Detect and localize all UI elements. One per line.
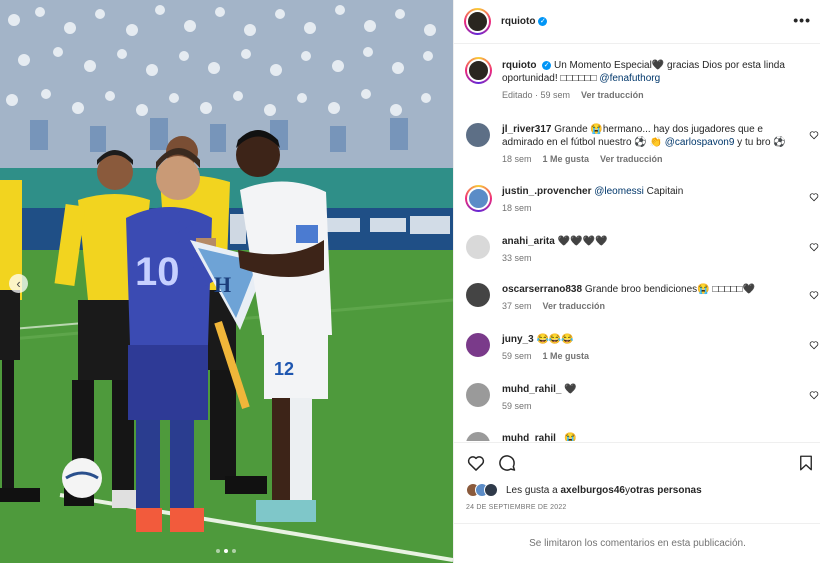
comment-text: 😂😂😂 [536,334,574,345]
comment-age: 18 sem [502,203,532,213]
commenter-avatar[interactable] [465,185,492,212]
comment-mention[interactable]: @leomessi [594,186,644,197]
comment-text: 😭 [564,433,577,441]
bookmark-icon[interactable] [797,453,815,473]
verified-badge-icon: ✓ [538,17,548,26]
more-options-icon[interactable]: ••• [793,12,811,28]
post-panel: rquioto ✓ ••• rquioto ✓ Un Momento Espec… [453,0,820,563]
commenter-avatar[interactable] [466,383,490,407]
photo-scene: 10 H 12 [0,0,453,563]
likes-user[interactable]: axelburgos46 [561,485,625,496]
like-comment-heart-icon[interactable] [809,192,819,202]
post-photo: 10 H 12 ‹ [0,0,453,563]
svg-text:10: 10 [135,250,180,294]
commenter-username[interactable]: anahi_arita [502,236,555,247]
see-translation-link[interactable]: Ver traducción [543,300,606,313]
caption-emoji: □□□□□□ [560,73,597,84]
author-avatar[interactable] [464,8,491,35]
like-comment-heart-icon[interactable] [809,340,819,350]
commenter-username[interactable]: muhd_rahil_ [502,384,561,395]
see-translation-link[interactable]: Ver traducción [600,153,663,166]
likes-others[interactable]: otras personas [630,485,702,496]
post-actions: Les gusta a axelburgos46 y otras persona… [454,442,820,522]
carousel-dot-active [224,549,228,553]
commenter-username[interactable]: muhd_rahil_ [502,433,561,441]
comment-mention[interactable]: @carlospavon9 [665,137,735,148]
caption-mention[interactable]: @fenafuthorg [599,73,660,84]
crowd [0,0,453,175]
like-heart-icon[interactable] [466,453,486,473]
comment-age: 33 sem [502,253,532,263]
liker-avatar [484,483,498,497]
comment-bubble-icon[interactable] [497,453,517,473]
commenter-username[interactable]: justin_.provencher [502,186,591,197]
caption-text: Un Momento Especial [554,60,652,71]
carousel-dot [232,549,236,553]
commenter-username[interactable]: jl_river317 [502,124,552,135]
like-comment-heart-icon[interactable] [809,130,819,140]
likes-prefix: Les gusta a [506,484,558,496]
commenter-username[interactable]: oscarserrano838 [502,284,582,295]
like-comment-heart-icon[interactable] [809,242,819,252]
post-date: 24 DE SEPTIEMBRE DE 2022 [466,504,567,511]
black-heart-emoji: 🖤 [651,60,665,71]
commenter-avatar[interactable] [466,432,490,441]
caption-age: Editado · 59 sem [502,90,571,100]
like-comment-heart-icon[interactable] [809,390,819,400]
comment-age: 59 sem [502,351,532,361]
caption-username[interactable]: rquioto [502,60,536,71]
like-comment-heart-icon[interactable] [809,290,819,300]
likes-summary[interactable]: Les gusta a axelburgos46 y otras persona… [466,483,702,497]
comment-text: Grande broo bendiciones😭 □□□□□🖤 [584,284,756,295]
carousel-dot [216,549,220,553]
comments-limited-notice: Se limitaron los comentarios en esta pub… [454,523,820,563]
carousel-prev-button[interactable]: ‹ [9,274,28,293]
author-username[interactable]: rquioto [501,16,535,27]
post-header: rquioto ✓ ••• [454,0,820,44]
commenter-username[interactable]: juny_3 [502,334,534,345]
comment-text: 🖤🖤🖤🖤 [557,236,608,247]
comment-age: 18 sem [502,154,532,164]
commenter-avatar[interactable] [466,333,490,357]
comment-age: 37 sem [502,301,532,311]
comment-text: Capitain [643,186,684,197]
comment-age: 59 sem [502,401,532,411]
commenter-avatar[interactable] [466,283,490,307]
comment-likes[interactable]: 1 Me gusta [543,350,590,363]
chevron-left-icon: ‹ [16,276,21,291]
see-translation-link[interactable]: Ver traducción [581,89,644,102]
caption-avatar[interactable] [465,57,492,84]
commenter-avatar[interactable] [466,235,490,259]
comment-text: 🖤 [564,384,577,395]
svg-text:12: 12 [274,359,294,379]
comment-text-end: y tu bro ⚽ [734,137,786,148]
carousel-indicator [216,549,236,553]
comment-likes[interactable]: 1 Me gusta [543,153,590,166]
svg-text:H: H [214,272,231,297]
verified-badge-icon: ✓ [542,60,552,70]
commenter-avatar[interactable] [466,123,490,147]
comments-list[interactable]: rquioto ✓ Un Momento Especial🖤 gracias D… [454,45,820,441]
